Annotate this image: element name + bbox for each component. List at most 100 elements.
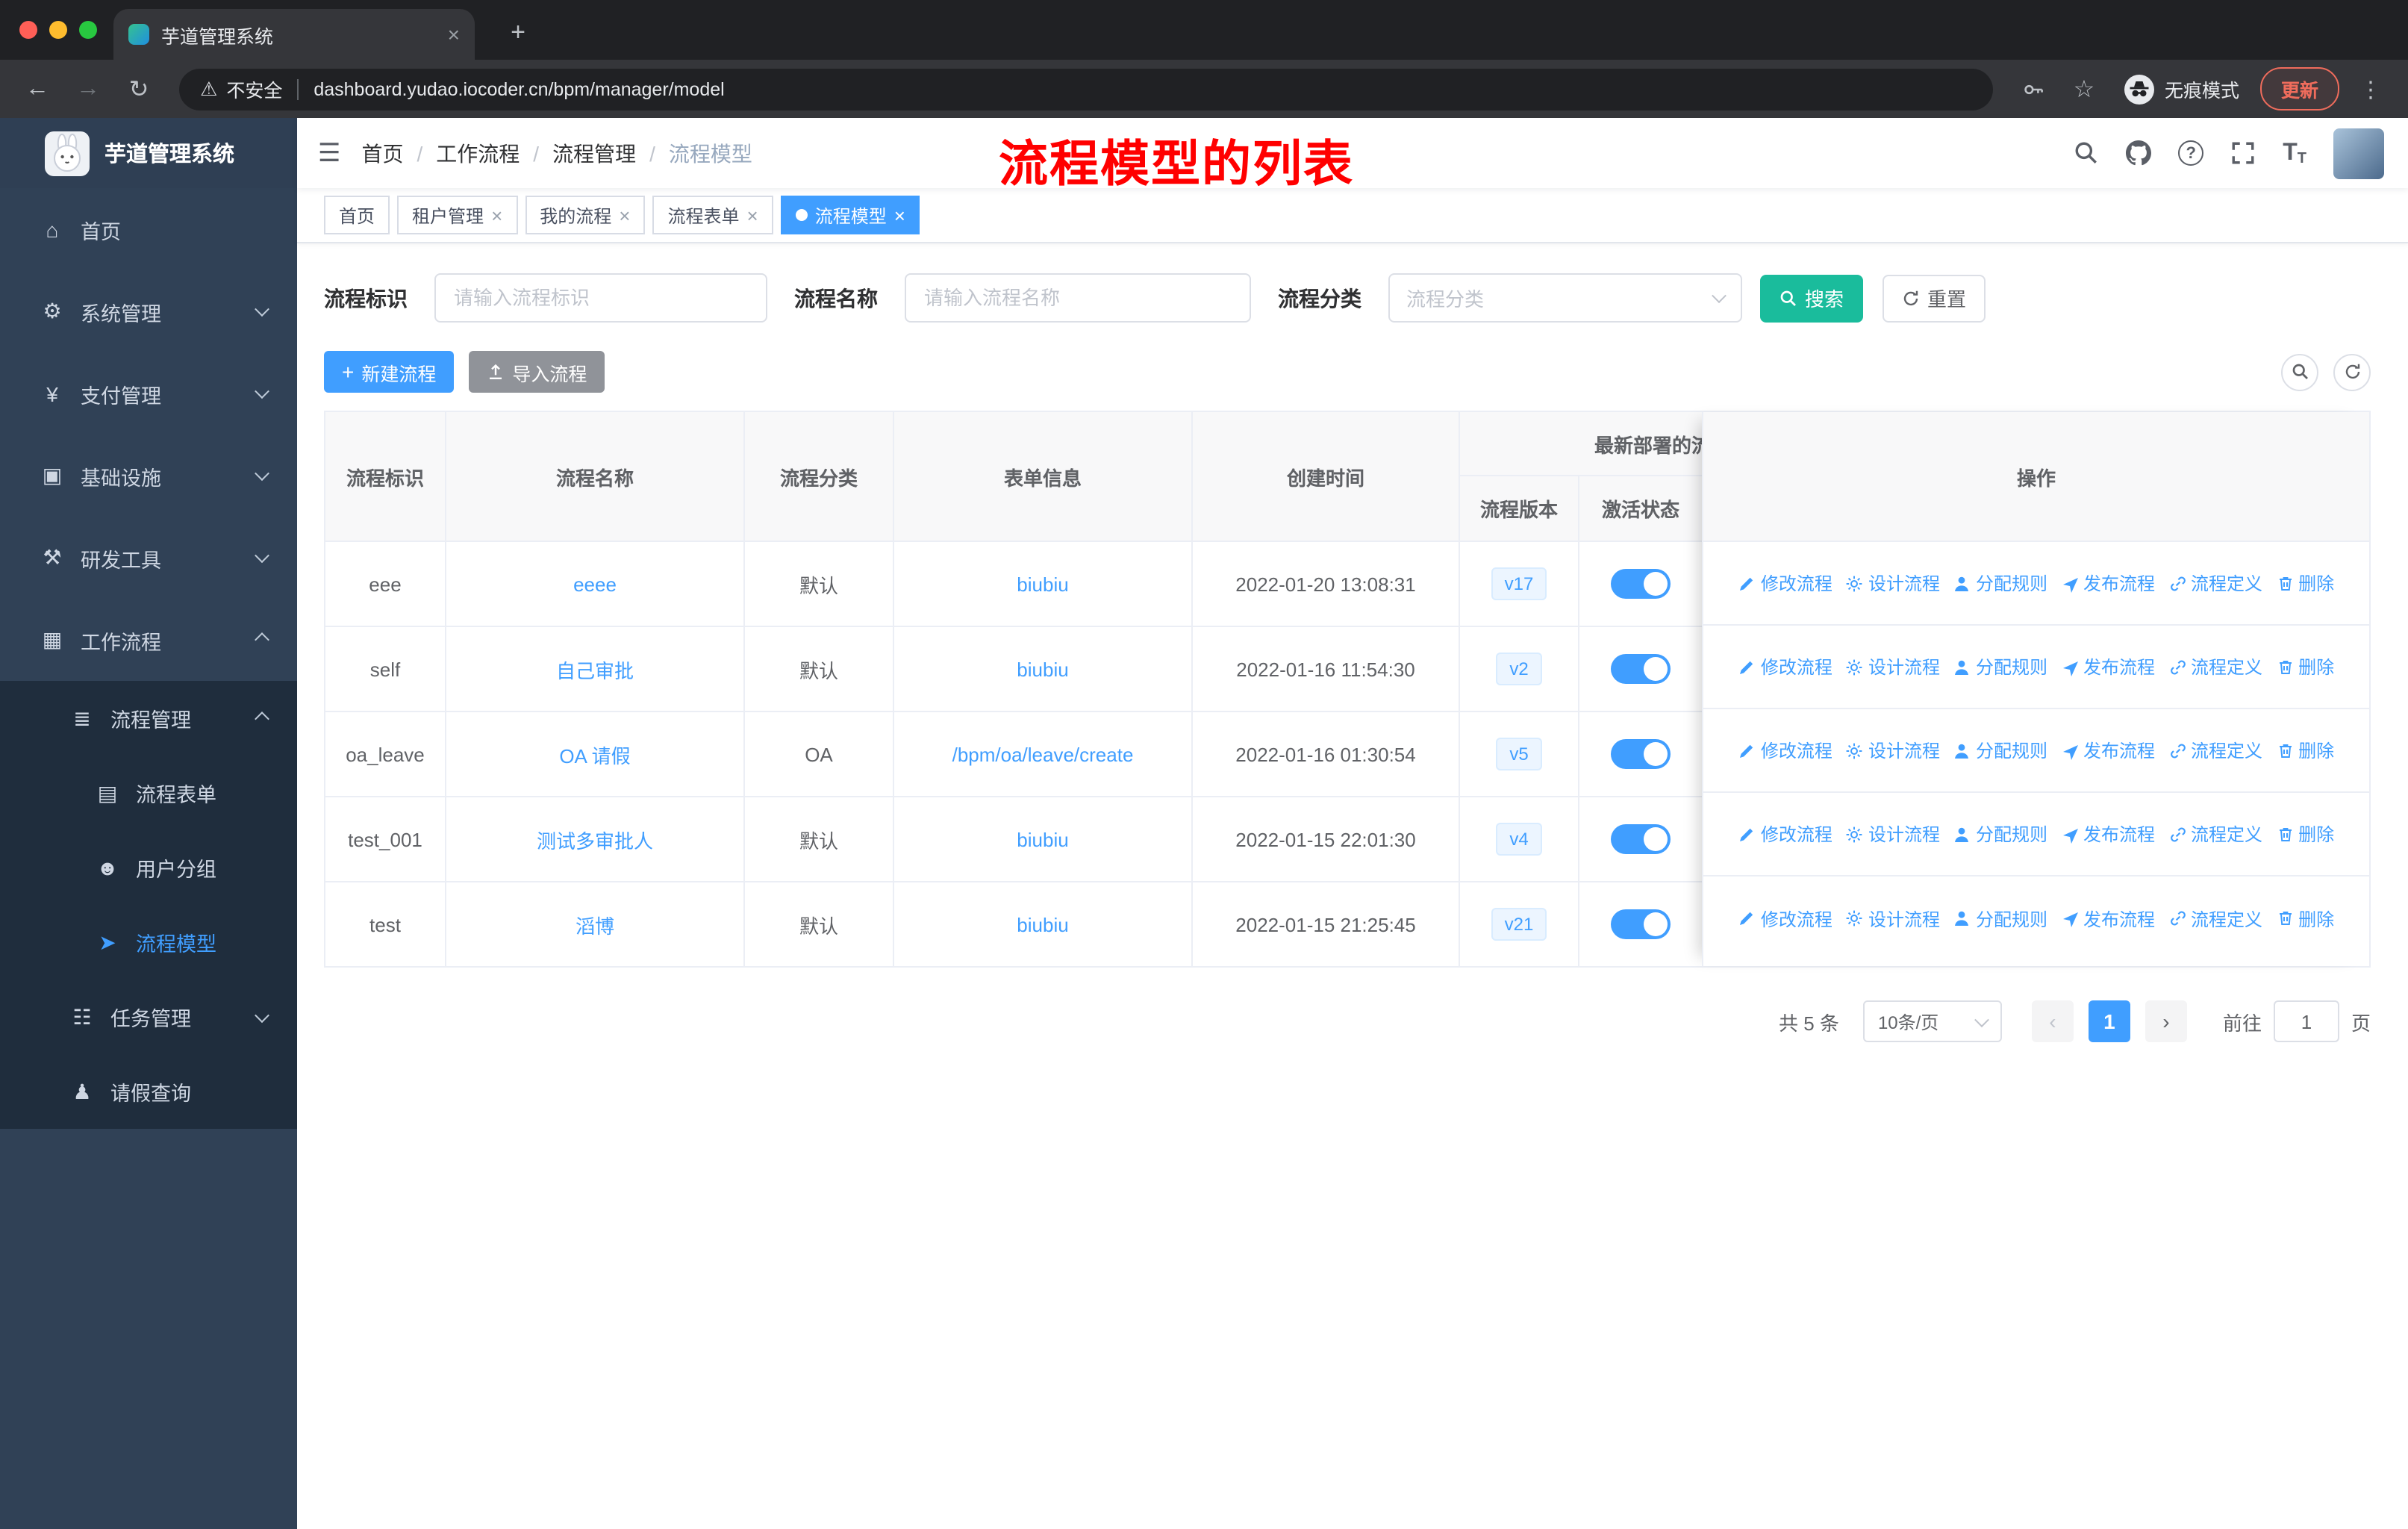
sidebar-item-user-group[interactable]: ☻ 用户分组 (0, 830, 297, 905)
process-definition-action[interactable]: 流程定义 (2168, 821, 2262, 847)
delete-action[interactable]: 删除 (2276, 570, 2334, 596)
active-toggle[interactable] (1611, 739, 1671, 769)
process-definition-action[interactable]: 流程定义 (2168, 570, 2262, 596)
new-tab-button[interactable]: + (499, 13, 537, 52)
sidebar-item-system[interactable]: ⚙ 系统管理 (0, 270, 297, 352)
refresh-table-button[interactable] (2333, 353, 2371, 390)
page-size-select[interactable]: 10条/页 (1862, 1000, 2002, 1042)
view-tag[interactable]: 流程表单 × (652, 196, 773, 234)
publish-process-action[interactable]: 发布流程 (2061, 654, 2155, 679)
help-icon[interactable]: ? (2178, 140, 2204, 166)
user-avatar[interactable] (2333, 128, 2384, 178)
import-process-button[interactable]: 导入流程 (469, 351, 605, 393)
modify-process-action[interactable]: 修改流程 (1738, 821, 1832, 847)
minimize-window-button[interactable] (49, 21, 67, 39)
publish-process-action[interactable]: 发布流程 (2061, 906, 2155, 931)
design-process-action[interactable]: 设计流程 (1846, 906, 1940, 931)
sidebar-item-payment[interactable]: ¥ 支付管理 (0, 352, 297, 435)
active-toggle[interactable] (1611, 824, 1671, 854)
modify-process-action[interactable]: 修改流程 (1738, 738, 1832, 763)
close-icon[interactable]: × (619, 204, 630, 226)
sidebar-item-home[interactable]: ⌂ 首页 (0, 188, 297, 270)
process-name-link[interactable]: OA 请假 (559, 740, 630, 768)
sidebar-item-process-management[interactable]: ≣ 流程管理 (0, 681, 297, 756)
modify-process-action[interactable]: 修改流程 (1738, 906, 1832, 931)
zoom-window-button[interactable] (79, 21, 97, 39)
create-process-button[interactable]: + 新建流程 (324, 351, 455, 393)
close-window-button[interactable] (19, 21, 37, 39)
delete-action[interactable]: 删除 (2276, 654, 2334, 679)
category-select[interactable]: 流程分类 (1388, 273, 1742, 323)
process-definition-action[interactable]: 流程定义 (2168, 654, 2262, 679)
address-bar[interactable]: ⚠ 不安全 dashboard.yudao.iocoder.cn/bpm/man… (179, 68, 1993, 110)
modify-process-action[interactable]: 修改流程 (1738, 654, 1832, 679)
sidebar-item-devtools[interactable]: ⚒ 研发工具 (0, 517, 297, 599)
breadcrumb-item[interactable]: 工作流程 (436, 138, 520, 168)
sidebar-item-process-form[interactable]: ▤ 流程表单 (0, 756, 297, 830)
form-info-link[interactable]: biubiu (1017, 573, 1068, 595)
design-process-action[interactable]: 设计流程 (1846, 654, 1940, 679)
hamburger-icon[interactable]: ☰ (318, 138, 341, 168)
back-button[interactable]: ← (18, 69, 57, 108)
form-info-link[interactable]: biubiu (1017, 913, 1068, 935)
assign-rule-action[interactable]: 分配规则 (1953, 570, 2047, 596)
goto-page-input[interactable] (2273, 1000, 2339, 1042)
assign-rule-action[interactable]: 分配规则 (1953, 821, 2047, 847)
process-name-link[interactable]: 测试多审批人 (537, 825, 653, 853)
view-tag[interactable]: 流程模型 × (780, 196, 920, 234)
form-info-link[interactable]: biubiu (1017, 658, 1068, 680)
sidebar-item-task-management[interactable]: ☷ 任务管理 (0, 980, 297, 1054)
close-icon[interactable]: × (747, 204, 758, 226)
publish-process-action[interactable]: 发布流程 (2061, 738, 2155, 763)
reset-button[interactable]: 重置 (1883, 274, 1986, 322)
view-tag[interactable]: 首页 (324, 196, 390, 234)
active-toggle[interactable] (1611, 654, 1671, 684)
process-key-input[interactable] (434, 273, 767, 323)
active-toggle[interactable] (1611, 569, 1671, 599)
browser-tab[interactable]: 芋道管理系统 × (113, 9, 475, 60)
prev-page-button[interactable]: ‹ (2031, 1000, 2074, 1042)
process-name-link[interactable]: eeee (573, 573, 617, 595)
incognito-chip[interactable]: 无痕模式 (2124, 74, 2239, 104)
fullscreen-icon[interactable] (2230, 140, 2256, 166)
sidebar-item-leave-query[interactable]: ♟ 请假查询 (0, 1054, 297, 1129)
sidebar-item-process-model[interactable]: ➤ 流程模型 (0, 905, 297, 980)
toggle-search-button[interactable] (2281, 353, 2318, 390)
assign-rule-action[interactable]: 分配规则 (1953, 654, 2047, 679)
breadcrumb-item[interactable]: 首页 (362, 138, 404, 168)
browser-menu-icon[interactable]: ⋮ (2351, 69, 2390, 108)
process-name-link[interactable]: 滔博 (576, 910, 614, 938)
sidebar-item-infrastructure[interactable]: ▣ 基础设施 (0, 435, 297, 517)
active-toggle[interactable] (1611, 909, 1671, 939)
design-process-action[interactable]: 设计流程 (1846, 821, 1940, 847)
tab-close-icon[interactable]: × (448, 22, 460, 46)
view-tag[interactable]: 租户管理 × (397, 196, 518, 234)
form-info-link[interactable]: /bpm/oa/leave/create (952, 743, 1134, 765)
password-key-icon[interactable] (2014, 69, 2053, 108)
search-button[interactable]: 搜索 (1760, 274, 1864, 322)
delete-action[interactable]: 删除 (2276, 738, 2334, 763)
next-page-button[interactable]: › (2145, 1000, 2187, 1042)
process-definition-action[interactable]: 流程定义 (2168, 738, 2262, 763)
github-icon[interactable] (2126, 140, 2152, 166)
delete-action[interactable]: 删除 (2276, 906, 2334, 931)
sidebar-item-workflow[interactable]: ▦ 工作流程 (0, 599, 297, 681)
assign-rule-action[interactable]: 分配规则 (1953, 906, 2047, 931)
process-name-input[interactable] (905, 273, 1251, 323)
security-label[interactable]: 不安全 (226, 75, 282, 103)
process-name-link[interactable]: 自己审批 (556, 655, 634, 683)
forward-button[interactable]: → (69, 69, 107, 108)
breadcrumb-item[interactable]: 流程管理 (552, 138, 636, 168)
view-tag[interactable]: 我的流程 × (525, 196, 646, 234)
font-size-icon[interactable]: TT (2283, 140, 2306, 166)
close-icon[interactable]: × (491, 204, 502, 226)
modify-process-action[interactable]: 修改流程 (1738, 570, 1832, 596)
process-definition-action[interactable]: 流程定义 (2168, 906, 2262, 931)
search-icon[interactable] (2074, 140, 2099, 166)
assign-rule-action[interactable]: 分配规则 (1953, 738, 2047, 763)
publish-process-action[interactable]: 发布流程 (2061, 570, 2155, 596)
design-process-action[interactable]: 设计流程 (1846, 738, 1940, 763)
bookmark-star-icon[interactable]: ☆ (2065, 69, 2103, 108)
reload-button[interactable]: ↻ (119, 69, 158, 108)
delete-action[interactable]: 删除 (2276, 821, 2334, 847)
